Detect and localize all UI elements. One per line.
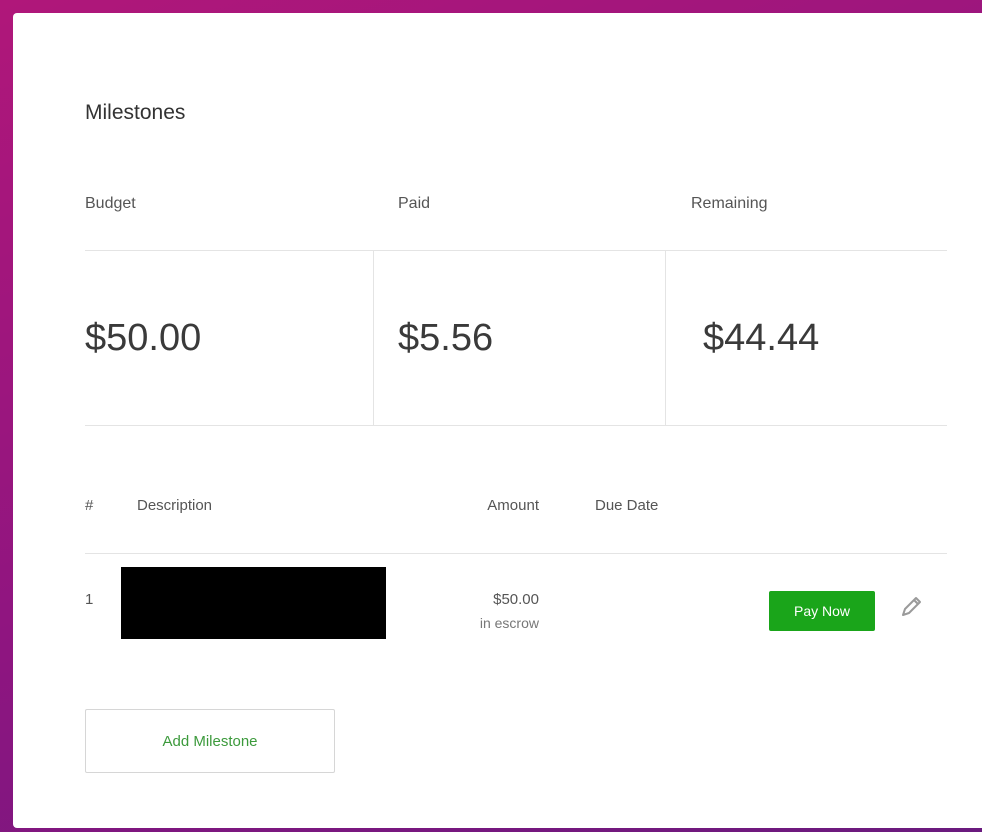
- summary-divider-2: [665, 250, 666, 425]
- remaining-value: $44.44: [703, 317, 820, 359]
- col-header-due-date: Due Date: [595, 497, 659, 514]
- page-title: Milestones: [85, 101, 186, 124]
- row-number: 1: [85, 591, 94, 608]
- budget-label: Budget: [85, 195, 136, 212]
- col-header-description: Description: [137, 497, 213, 514]
- budget-value: $50.00: [85, 317, 202, 359]
- col-header-amount: Amount: [487, 497, 539, 514]
- summary-bottom-divider: [85, 425, 947, 426]
- row-status: in escrow: [479, 615, 539, 631]
- redacted-description: [121, 567, 386, 639]
- milestones-card: Milestones Budget Paid Remaining $50.00 …: [13, 13, 982, 828]
- pencil-icon[interactable]: [897, 593, 925, 621]
- remaining-label: Remaining: [691, 195, 768, 212]
- paid-label: Paid: [398, 195, 431, 212]
- summary-top-divider: [85, 250, 947, 251]
- paid-value: $5.56: [398, 317, 494, 359]
- table-header-divider: [85, 553, 947, 554]
- summary-divider-1: [373, 250, 374, 425]
- pay-now-button[interactable]: Pay Now: [769, 591, 875, 631]
- add-milestone-button[interactable]: Add Milestone: [85, 709, 335, 773]
- col-header-number: #: [85, 497, 94, 514]
- row-amount: $50.00: [493, 591, 539, 608]
